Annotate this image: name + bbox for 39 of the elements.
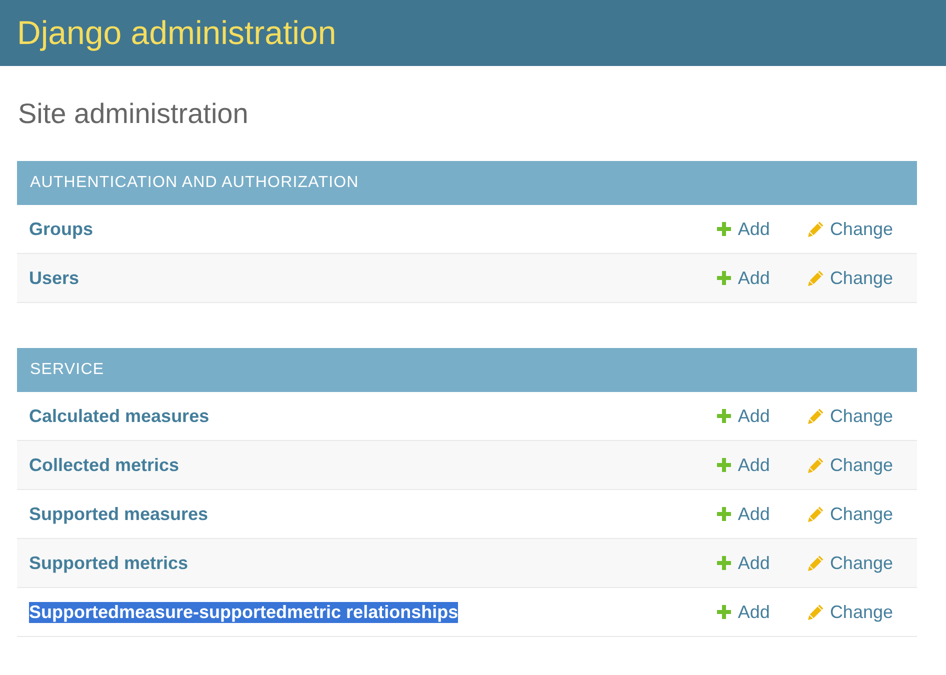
pencil-icon (806, 506, 824, 522)
section-caption[interactable]: SERVICE (17, 348, 917, 392)
pencil-icon (806, 408, 824, 424)
plus-icon (716, 221, 732, 237)
add-link[interactable]: Add (716, 268, 770, 288)
add-link[interactable]: Add (716, 454, 770, 476)
pencil-icon (806, 604, 824, 620)
plus-icon (716, 408, 732, 424)
change-link[interactable]: Change (806, 454, 893, 476)
model-link[interactable]: Collected metrics (29, 454, 180, 476)
change-link[interactable]: Change (806, 218, 893, 240)
model-link[interactable]: Supportedmeasure-supportedmetric relationships (29, 602, 458, 622)
page-title: Site administration (18, 97, 250, 131)
model-link[interactable]: Supported measures (29, 504, 208, 524)
change-link[interactable]: Change (806, 504, 893, 524)
add-link[interactable]: Add (716, 504, 770, 524)
change-link[interactable]: Change (806, 602, 893, 622)
add-link[interactable]: Add (716, 552, 770, 574)
pencil-icon (806, 554, 824, 572)
site-title[interactable]: Django administration (17, 13, 336, 53)
add-link[interactable]: Add (716, 406, 770, 426)
model-link[interactable]: Supported metrics (29, 552, 188, 574)
plus-icon (716, 604, 732, 620)
model-link[interactable]: Groups (29, 218, 94, 240)
model-link[interactable]: Calculated measures (29, 406, 210, 426)
add-link[interactable]: Add (716, 218, 770, 240)
pencil-icon (806, 456, 824, 474)
plus-icon (716, 555, 732, 571)
change-link[interactable]: Change (806, 268, 893, 288)
change-link[interactable]: Change (806, 406, 893, 426)
pencil-icon (806, 270, 824, 286)
plus-icon (716, 506, 732, 522)
pencil-icon (806, 220, 824, 238)
change-link[interactable]: Change (806, 552, 893, 574)
add-link[interactable]: Add (716, 602, 770, 622)
section-caption[interactable]: AUTHENTICATION AND AUTHORIZATION (17, 161, 917, 205)
plus-icon (716, 457, 732, 473)
plus-icon (716, 270, 732, 286)
model-link[interactable]: Users (29, 268, 80, 288)
